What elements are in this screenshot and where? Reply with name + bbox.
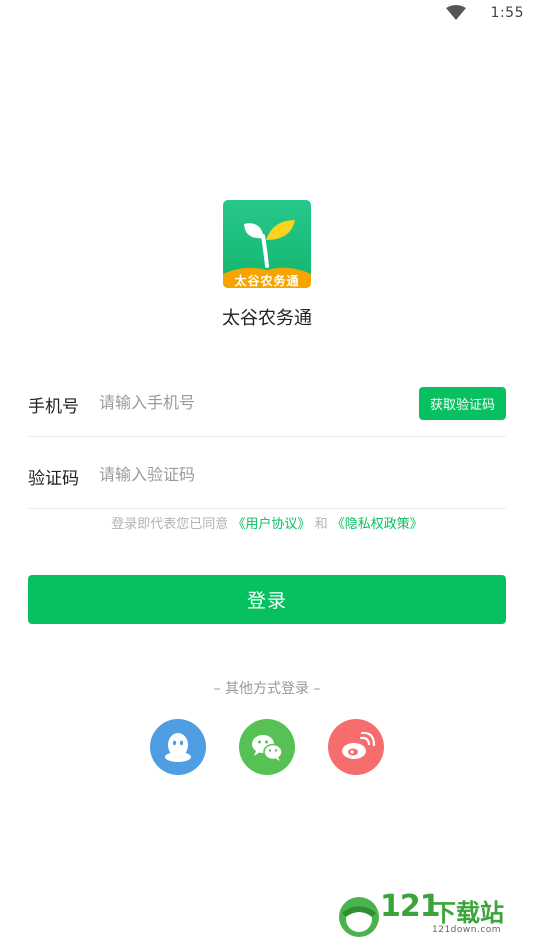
phone-row: 手机号 获取验证码	[28, 370, 506, 437]
weibo-login-button[interactable]	[328, 719, 384, 775]
logo-banner: 太谷农务通	[234, 274, 300, 288]
agreement-prefix: 登录即代表您已同意	[111, 517, 229, 532]
status-bar: 1:55	[0, 0, 534, 30]
code-label: 验证码	[28, 469, 79, 489]
phone-input[interactable]	[99, 386, 379, 418]
watermark-sub: 121down.com	[432, 925, 502, 935]
get-code-button[interactable]: 获取验证码	[419, 387, 506, 420]
qq-icon	[165, 733, 191, 762]
wechat-login-button[interactable]	[239, 719, 295, 775]
qq-login-button[interactable]	[150, 719, 206, 775]
privacy-policy-link[interactable]: 《隐私权政策》	[332, 517, 423, 532]
wechat-icon	[252, 735, 283, 761]
status-time: 1:55	[490, 5, 524, 21]
code-row: 验证码	[28, 442, 506, 509]
weibo-icon	[342, 731, 376, 759]
watermark: 121 下载站 121down.com	[336, 889, 516, 945]
code-input[interactable]	[99, 458, 379, 490]
app-logo: 太谷农务通	[223, 200, 311, 288]
phone-label: 手机号	[28, 397, 79, 417]
agreement-conjunction: 和	[314, 517, 328, 532]
wifi-icon	[446, 5, 466, 20]
app-name: 太谷农务通	[222, 308, 312, 329]
agreement-text: 登录即代表您已同意 《用户协议》 和 《隐私权政策》	[0, 513, 534, 532]
watermark-logo-icon	[339, 897, 379, 937]
watermark-text: 下载站	[432, 899, 504, 927]
watermark-number: 121	[380, 889, 441, 924]
other-login-label: – 其他方式登录 –	[213, 681, 321, 697]
login-button[interactable]: 登录	[28, 575, 506, 624]
user-agreement-link[interactable]: 《用户协议》	[232, 517, 310, 532]
